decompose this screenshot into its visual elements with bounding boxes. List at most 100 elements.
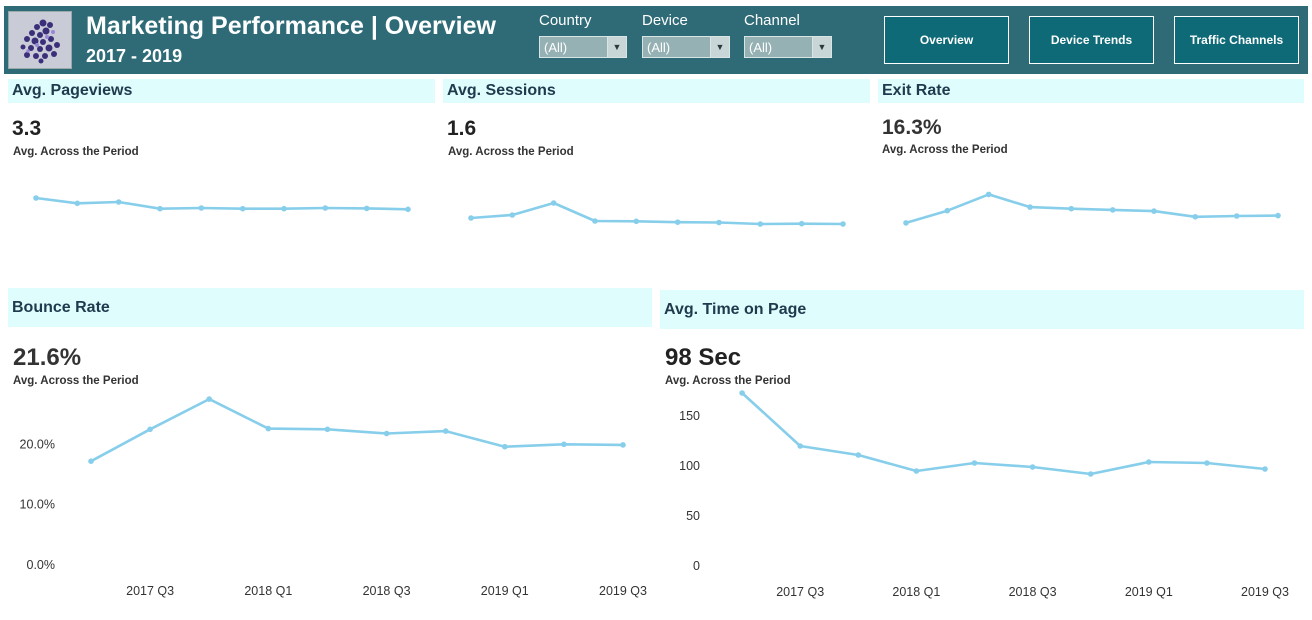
- data-point[interactable]: [115, 199, 122, 205]
- data-point[interactable]: [798, 220, 805, 227]
- x-tick-label: 2017 Q3: [126, 584, 174, 598]
- channel-filter: Channel (All) ▼: [744, 12, 844, 58]
- data-point[interactable]: [468, 215, 474, 221]
- data-point[interactable]: [1109, 207, 1116, 213]
- chevron-down-icon[interactable]: ▼: [607, 37, 626, 57]
- data-point[interactable]: [1192, 214, 1199, 220]
- data-point[interactable]: [985, 191, 992, 198]
- country-filter-label: Country: [539, 12, 592, 29]
- series-line: [35, 196, 409, 211]
- x-tick-label: 2019 Q1: [1125, 585, 1173, 599]
- bounce-rate-card-header: Bounce Rate: [8, 288, 652, 327]
- data-point[interactable]: [265, 425, 272, 432]
- chevron-down-icon[interactable]: ▼: [812, 37, 831, 57]
- data-point[interactable]: [1233, 213, 1240, 219]
- pageviews-line-chart: [33, 195, 411, 213]
- data-point[interactable]: [797, 443, 803, 449]
- data-point[interactable]: [363, 205, 370, 212]
- data-point[interactable]: [147, 426, 153, 433]
- data-point[interactable]: [324, 426, 331, 433]
- data-point[interactable]: [620, 442, 626, 448]
- sessions-card-header: Avg. Sessions: [443, 79, 870, 103]
- data-point[interactable]: [1027, 204, 1033, 210]
- x-tick-label: 2017 Q3: [776, 585, 824, 599]
- country-filter: Country (All) ▼: [539, 12, 639, 58]
- data-point[interactable]: [88, 458, 94, 464]
- company-logo: [8, 11, 72, 69]
- data-point[interactable]: [913, 468, 920, 474]
- data-point[interactable]: [1029, 464, 1036, 470]
- device-filter-label: Device: [642, 12, 688, 29]
- kpi-caption: Avg. Across the Period: [882, 144, 1008, 156]
- data-point[interactable]: [971, 460, 978, 466]
- data-point[interactable]: [674, 219, 681, 225]
- data-point[interactable]: [502, 443, 508, 450]
- data-point[interactable]: [592, 218, 598, 224]
- x-tick-label: 2018 Q1: [244, 584, 292, 598]
- series-line: [905, 193, 1279, 225]
- data-point[interactable]: [1151, 208, 1157, 214]
- data-point[interactable]: [840, 221, 846, 227]
- time-on-page-line-chart: 0 50 100 150 2017 Q3 2018 Q1 2018 Q3 2019 Q1 201…: [679, 390, 1289, 599]
- header-bar: Marketing Performance | Overview 2017 - …: [4, 6, 1308, 74]
- kpi-caption: Avg. Across the Period: [13, 146, 139, 158]
- data-point[interactable]: [157, 205, 163, 212]
- data-point[interactable]: [442, 428, 449, 434]
- x-tick-label: 2018 Q3: [363, 584, 411, 598]
- data-point[interactable]: [33, 195, 39, 201]
- data-point[interactable]: [633, 218, 640, 225]
- data-point[interactable]: [281, 205, 287, 212]
- y-tick-label: 150: [679, 409, 700, 423]
- x-tick-label: 2019 Q3: [599, 584, 647, 598]
- y-tick-label: 0: [693, 559, 700, 573]
- device-trends-button[interactable]: Device Trends: [1029, 16, 1154, 64]
- bounce-rate-line-chart: 0.0% 10.0% 20.0% 2017 Q3 2018 Q1 2018 Q3 2019 …: [20, 396, 647, 598]
- data-point[interactable]: [322, 205, 329, 211]
- data-point[interactable]: [239, 205, 246, 212]
- data-point[interactable]: [1262, 466, 1268, 472]
- data-point[interactable]: [1087, 471, 1094, 477]
- data-point[interactable]: [405, 206, 411, 213]
- data-point[interactable]: [1068, 205, 1075, 212]
- country-select[interactable]: (All) ▼: [539, 36, 627, 58]
- y-tick-label: 10.0%: [20, 498, 55, 512]
- exit-rate-line-chart: [903, 191, 1281, 226]
- data-point[interactable]: [903, 220, 909, 226]
- data-point[interactable]: [198, 205, 205, 211]
- kpi-caption: Avg. Across the Period: [13, 375, 139, 387]
- overview-button[interactable]: Overview: [884, 16, 1009, 64]
- card-title: Avg. Pageviews: [12, 82, 133, 99]
- channel-select-value: (All): [749, 40, 773, 55]
- traffic-channels-button[interactable]: Traffic Channels: [1174, 16, 1299, 64]
- card-title: Avg. Time on Page: [664, 301, 807, 318]
- data-point[interactable]: [944, 207, 951, 214]
- data-point[interactable]: [509, 212, 516, 218]
- y-tick-label: 100: [679, 459, 700, 473]
- x-tick-label: 2018 Q1: [892, 585, 940, 599]
- card-title: Bounce Rate: [12, 299, 110, 316]
- y-tick-label: 50: [686, 509, 700, 523]
- data-point[interactable]: [855, 452, 862, 458]
- device-select[interactable]: (All) ▼: [642, 36, 730, 58]
- data-point[interactable]: [716, 219, 722, 226]
- y-tick-label: 20.0%: [20, 437, 55, 451]
- kpi-caption: Avg. Across the Period: [665, 375, 791, 387]
- data-point[interactable]: [561, 441, 567, 448]
- channel-filter-label: Channel: [744, 12, 800, 29]
- pageviews-card-header: Avg. Pageviews: [8, 79, 435, 103]
- chevron-down-icon[interactable]: ▼: [710, 37, 729, 57]
- data-point[interactable]: [383, 430, 390, 437]
- data-point[interactable]: [74, 200, 81, 207]
- channel-select[interactable]: (All) ▼: [744, 36, 832, 58]
- page-subtitle: 2017 - 2019: [86, 46, 183, 66]
- data-point[interactable]: [757, 221, 764, 227]
- device-filter: Device (All) ▼: [642, 12, 742, 58]
- data-point[interactable]: [206, 396, 212, 402]
- data-point[interactable]: [1275, 212, 1281, 219]
- kpi-value: 98 Sec: [665, 344, 742, 371]
- data-point[interactable]: [550, 200, 557, 206]
- data-point[interactable]: [1204, 460, 1210, 466]
- kpi-value: 1.6: [447, 117, 477, 140]
- data-point[interactable]: [739, 390, 745, 396]
- data-point[interactable]: [1146, 459, 1152, 465]
